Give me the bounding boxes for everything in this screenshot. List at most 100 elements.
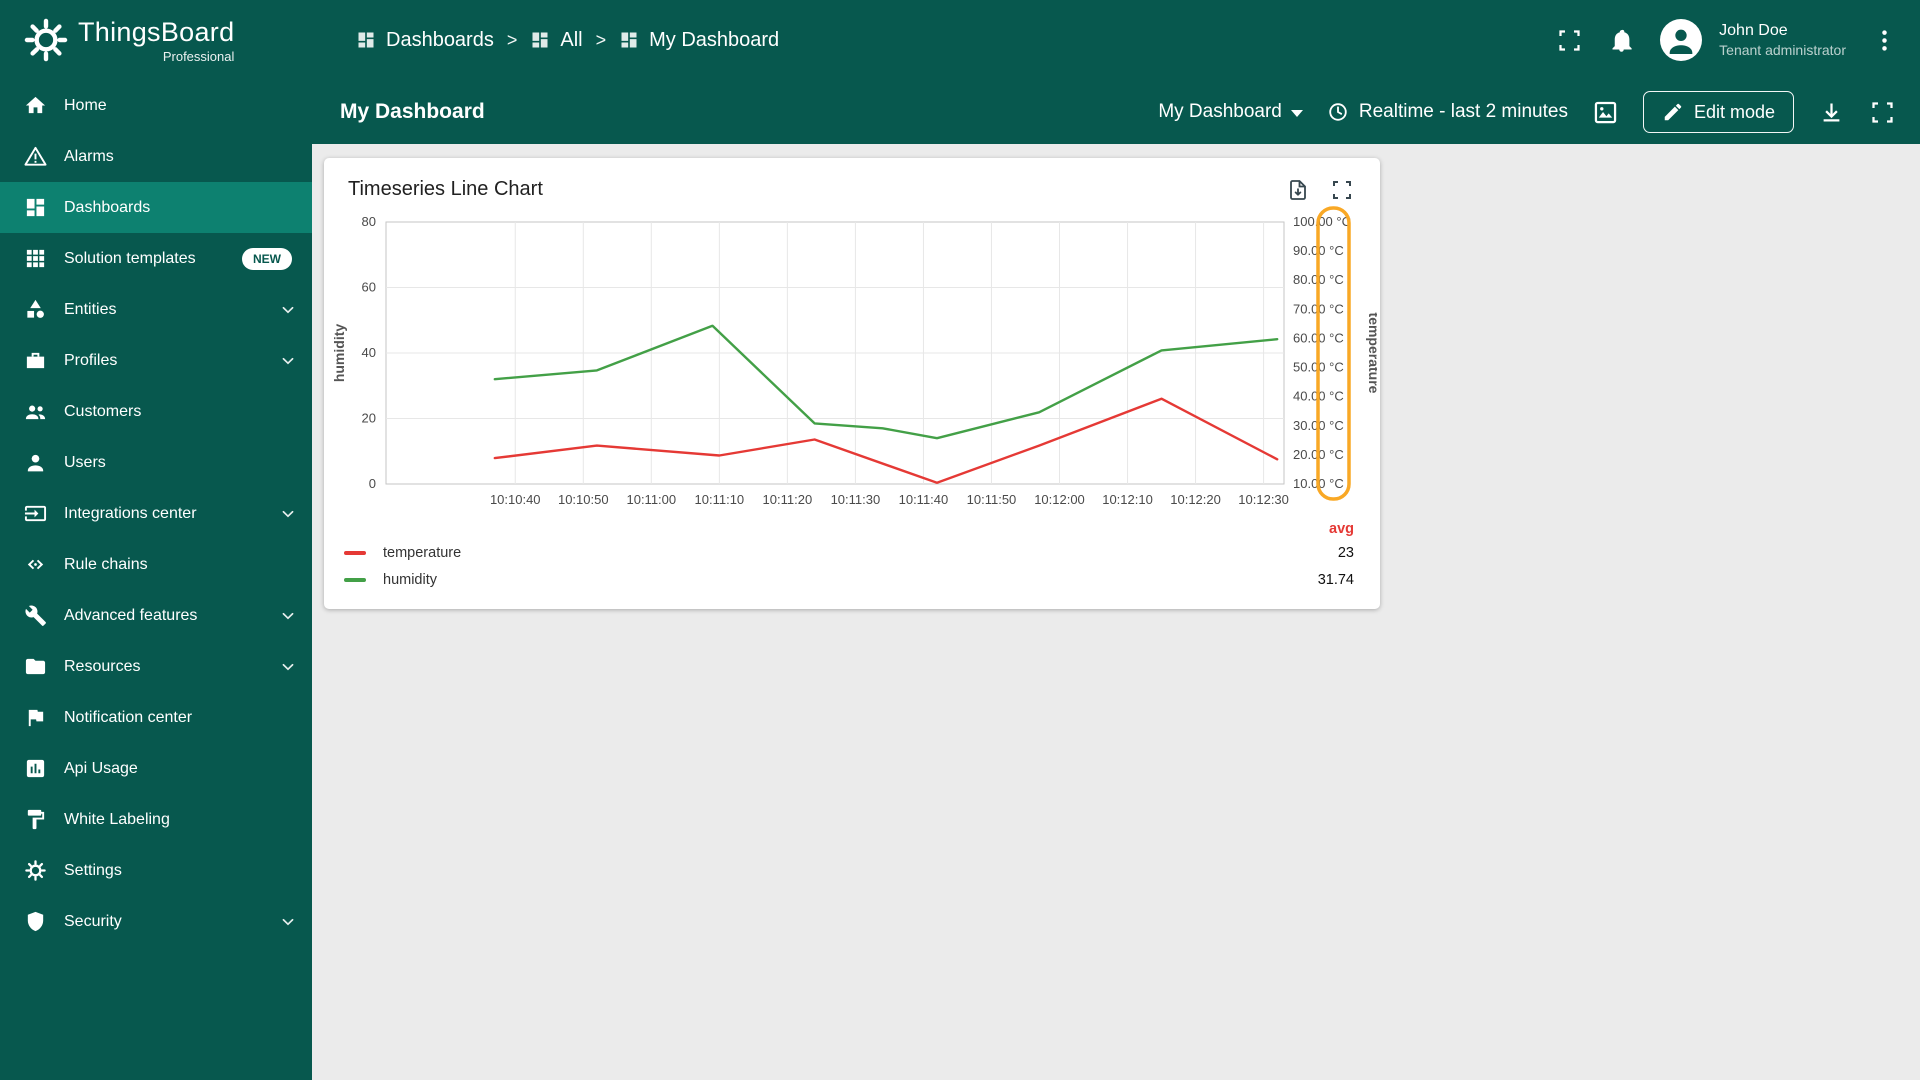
dashboard-icon (619, 30, 639, 50)
sidebar-item-label: Advanced features (64, 606, 198, 624)
svg-text:10:11:00: 10:11:00 (626, 492, 676, 507)
briefcase-icon (24, 349, 47, 372)
user-role: Tenant administrator (1719, 42, 1846, 59)
dashboard-image-button[interactable] (1592, 99, 1619, 126)
chevron-down-icon (278, 606, 298, 626)
breadcrumb-label: My Dashboard (649, 28, 780, 51)
dashboard-content: Timeseries Line Chart 10:10:40 10:10:50 10… (312, 144, 1920, 1080)
sidebar-item-resources[interactable]: Resources (0, 641, 312, 692)
sidebar-item-settings[interactable]: Settings (0, 845, 312, 896)
sidebar-item-notification-center[interactable]: Notification center (0, 692, 312, 743)
sidebar-item-label: Alarms (64, 147, 114, 165)
sidebar-item-label: White Labeling (64, 810, 170, 828)
sidebar-item-label: Resources (64, 657, 141, 675)
fullscreen-button[interactable] (1556, 27, 1583, 54)
export-widget-data-button[interactable] (1286, 178, 1310, 202)
breadcrumb-separator: > (506, 29, 518, 50)
sidebar-item-solution-templates[interactable]: Solution templates NEW (0, 233, 312, 284)
svg-text:10:11:40: 10:11:40 (899, 492, 949, 507)
breadcrumb-label: All (560, 28, 583, 51)
widget-fullscreen-button[interactable] (1330, 178, 1354, 202)
svg-text:10:12:30: 10:12:30 (1238, 492, 1289, 507)
svg-text:0: 0 (369, 476, 376, 491)
paint-icon (24, 808, 47, 831)
sidebar-item-api-usage[interactable]: Api Usage (0, 743, 312, 794)
svg-text:10:11:20: 10:11:20 (763, 492, 813, 507)
sidebar-item-label: Security (64, 912, 122, 930)
humidity-series-swatch (344, 577, 366, 582)
people-icon (24, 400, 47, 423)
user-name: John Doe (1719, 21, 1788, 39)
sidebar-item-profiles[interactable]: Profiles (0, 335, 312, 386)
sidebar: ThingsBoard Professional Home Alarms Dashb… (0, 0, 312, 1080)
svg-text:10:10:50: 10:10:50 (558, 492, 609, 507)
breadcrumb-item-dashboards[interactable]: Dashboards (356, 29, 494, 52)
download-button[interactable] (1818, 99, 1845, 126)
sidebar-item-customers[interactable]: Customers (0, 386, 312, 437)
user-info: John Doe Tenant administrator (1719, 21, 1846, 60)
person-icon (24, 451, 47, 474)
sidebar-item-users[interactable]: Users (0, 437, 312, 488)
thingsboard-logo-icon (24, 18, 68, 62)
sidebar-item-advanced-features[interactable]: Advanced features (0, 590, 312, 641)
svg-text:humidity: humidity (331, 324, 347, 383)
app-name: ThingsBoard (78, 16, 235, 47)
widget-title: Timeseries Line Chart (348, 178, 543, 200)
sidebar-item-home[interactable]: Home (0, 80, 312, 131)
more-menu-button[interactable] (1871, 27, 1898, 54)
chevron-down-icon (278, 912, 298, 932)
dashboard-icon (24, 196, 47, 219)
timeseries-widget: Timeseries Line Chart 10:10:40 10:10:50 10… (324, 158, 1380, 609)
input-icon (24, 502, 47, 525)
sidebar-item-integrations-center[interactable]: Integrations center (0, 488, 312, 539)
build-icon (24, 604, 47, 627)
legend-item-temperature[interactable]: temperature 23 (344, 539, 1354, 566)
breadcrumb-label: Dashboards (386, 28, 494, 51)
gear-icon (24, 859, 47, 882)
sidebar-menu: Home Alarms Dashboards Solution templates NE… (0, 80, 312, 1080)
topbar-actions: John Doe Tenant administrator (1556, 19, 1898, 61)
toolbar-fullscreen-button[interactable] (1869, 99, 1896, 126)
widget-actions (1286, 178, 1354, 202)
logo[interactable]: ThingsBoard Professional (0, 0, 312, 80)
sidebar-item-rule-chains[interactable]: Rule chains (0, 539, 312, 590)
breadcrumb: Dashboards > All > My Dashboard (356, 29, 779, 52)
breadcrumb-item-my-dashboard[interactable]: My Dashboard (619, 29, 779, 52)
edit-mode-button[interactable]: Edit mode (1642, 91, 1794, 133)
sidebar-item-label: Api Usage (64, 759, 138, 777)
sidebar-item-label: Integrations center (64, 504, 197, 522)
pencil-icon (1662, 101, 1684, 123)
edit-mode-label: Edit mode (1693, 101, 1775, 122)
thingsboard-app: ThingsBoard Professional Home Alarms Dashb… (0, 0, 1920, 1080)
svg-text:10:11:30: 10:11:30 (831, 492, 881, 507)
svg-text:20: 20 (362, 411, 376, 426)
sidebar-item-dashboards[interactable]: Dashboards (0, 182, 312, 233)
sidebar-item-label: Dashboards (64, 198, 151, 216)
dashboard-toolbar: My Dashboard My Dashboard Realtime - las… (312, 80, 1920, 144)
legend-item-humidity[interactable]: humidity 31.74 (344, 566, 1354, 593)
dashboard-select[interactable]: My Dashboard (1158, 101, 1303, 123)
avatar[interactable] (1660, 19, 1703, 61)
notifications-bell-button[interactable] (1608, 27, 1635, 54)
page-title: My Dashboard (340, 100, 485, 123)
timewindow-button[interactable]: Realtime - last 2 minutes (1327, 101, 1568, 123)
sidebar-item-alarms[interactable]: Alarms (0, 131, 312, 182)
svg-text:10:11:50: 10:11:50 (967, 492, 1017, 507)
chevron-down-icon (278, 504, 298, 524)
category-icon (24, 298, 47, 321)
chevron-down-icon (278, 300, 298, 320)
svg-text:temperature: temperature (1366, 313, 1377, 394)
sidebar-item-security[interactable]: Security (0, 896, 312, 947)
breadcrumb-separator: > (595, 29, 607, 50)
sidebar-item-white-labeling[interactable]: White Labeling (0, 794, 312, 845)
sidebar-item-entities[interactable]: Entities (0, 284, 312, 335)
toolbar-actions: My Dashboard Realtime - last 2 minutes E… (1158, 91, 1896, 133)
svg-text:10:12:20: 10:12:20 (1170, 492, 1221, 507)
svg-text:10:11:10: 10:11:10 (695, 492, 745, 507)
breadcrumb-item-all[interactable]: All (530, 28, 583, 52)
timewindow-value: Realtime - last 2 minutes (1358, 101, 1568, 122)
sidebar-item-label: Solution templates (64, 249, 196, 267)
rule-chain-icon (24, 553, 47, 576)
svg-text:40: 40 (362, 345, 376, 360)
temperature-series-swatch (344, 550, 366, 555)
